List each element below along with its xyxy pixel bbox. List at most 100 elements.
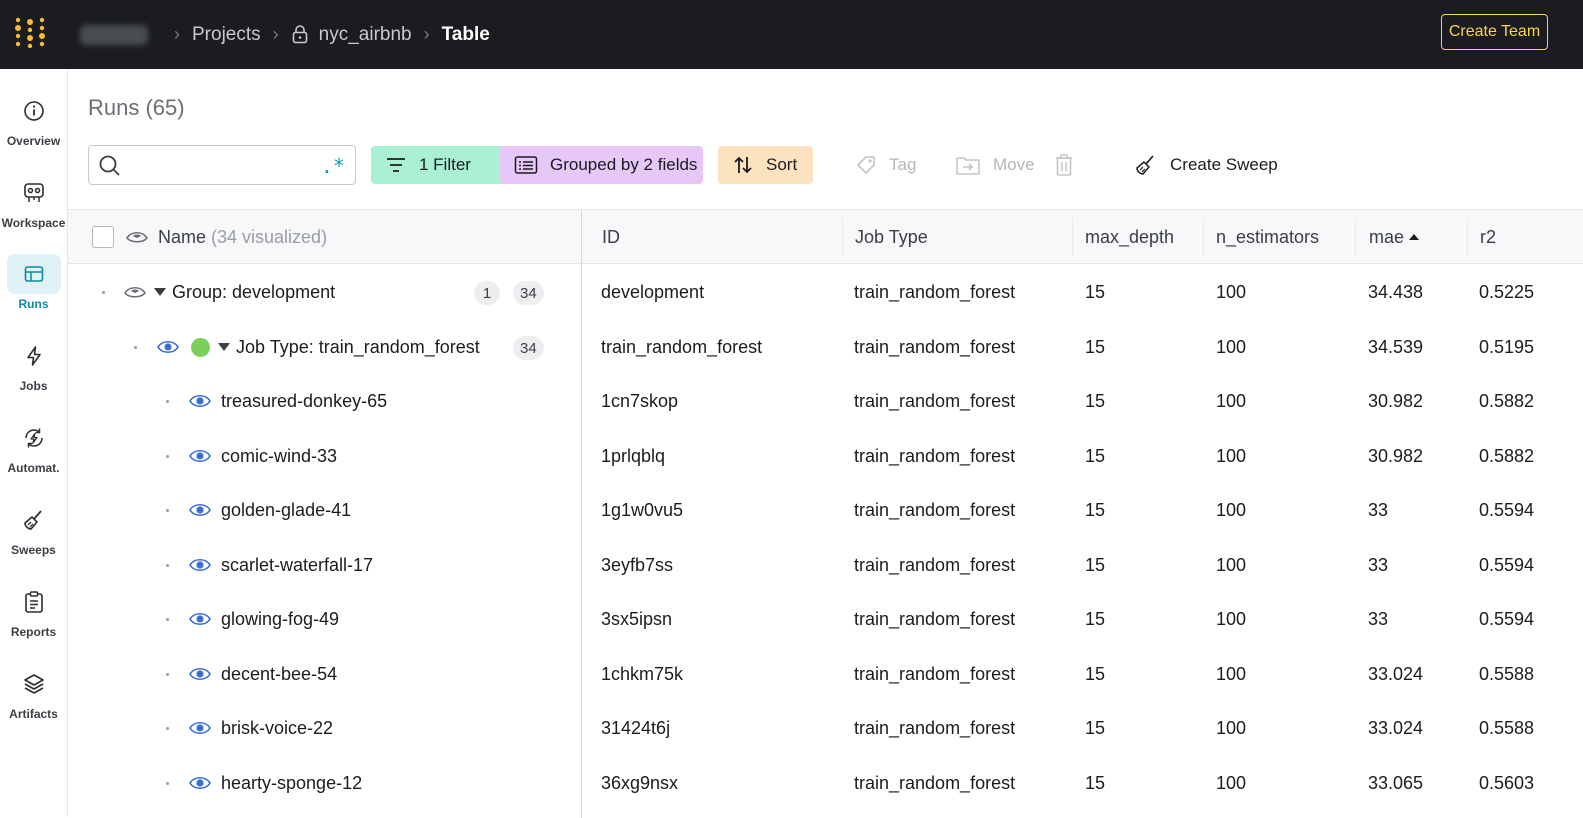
run-name[interactable]: glowing-fog-49	[221, 592, 339, 646]
regex-icon[interactable]: .*	[321, 154, 345, 178]
table-row[interactable]: comic-wind-33 1prlqblq train_random_fore…	[68, 429, 1583, 483]
table-row[interactable]: glowing-fog-49 3sx5ipsn train_random_for…	[68, 592, 1583, 646]
column-divider[interactable]	[1203, 218, 1204, 256]
wandb-logo-icon[interactable]	[12, 15, 48, 51]
nav-item-runs[interactable]: Runs	[0, 244, 67, 316]
eye-visibility-icon[interactable]	[189, 773, 211, 793]
cell-n-estimators: 100	[1216, 663, 1247, 684]
column-divider[interactable]	[1355, 218, 1356, 256]
table-row[interactable]: golden-glade-41 1g1w0vu5 train_random_fo…	[68, 483, 1583, 537]
sort-arrows-icon	[732, 155, 754, 175]
create-sweep-button[interactable]: Create Sweep	[1120, 146, 1280, 184]
cell-r2: 0.5882	[1479, 445, 1535, 466]
sort-label: Sort	[766, 155, 798, 174]
column-header-name[interactable]: Name (34 visualized)	[158, 210, 327, 264]
breadcrumb-project-name[interactable]: nyc_airbnb	[319, 24, 412, 46]
eye-visibility-icon[interactable]	[189, 555, 211, 575]
cell-mae: 33.065	[1368, 772, 1424, 793]
table-row[interactable]: treasured-donkey-65 1cn7skop train_rando…	[68, 374, 1583, 428]
column-header-id[interactable]: ID	[602, 210, 620, 264]
tree-dot	[166, 455, 169, 458]
tree-dot	[166, 618, 169, 621]
count-badge: 1	[474, 281, 500, 305]
table-row[interactable]: decent-bee-54 1chkm75k train_random_fore…	[68, 647, 1583, 701]
table-row[interactable]: scarlet-waterfall-17 3eyfb7ss train_rand…	[68, 538, 1583, 592]
top-bar: › Projects › nyc_airbnb › Table Create T…	[0, 0, 1583, 69]
cell-id: 1prlqblq	[601, 445, 666, 466]
eye-visibility-icon[interactable]	[157, 337, 179, 357]
run-name[interactable]: scarlet-waterfall-17	[221, 538, 373, 592]
group-name: Job Type: train_random_forest	[236, 336, 480, 357]
cell-max-depth: 15	[1085, 499, 1106, 520]
nav-item-workspace[interactable]: Workspace	[0, 163, 67, 235]
nav-item-overview[interactable]: Overview	[0, 81, 67, 153]
column-divider[interactable]	[1072, 218, 1073, 256]
eye-visibility-icon[interactable]	[189, 446, 211, 466]
column-header-mae[interactable]: mae	[1369, 210, 1420, 264]
nav-item-automations[interactable]: Automat.	[0, 408, 67, 480]
column-divider[interactable]	[1467, 218, 1468, 256]
table-row[interactable]: brisk-voice-22 31424t6j train_random_for…	[68, 701, 1583, 755]
broom-icon	[7, 500, 61, 540]
eye-visibility-icon[interactable]	[189, 609, 211, 629]
nav-item-artifacts[interactable]: Artifacts	[0, 654, 67, 726]
cell-r2: 0.5594	[1479, 554, 1535, 575]
delete-button[interactable]	[1053, 146, 1083, 184]
caret-down-icon[interactable]	[218, 343, 230, 351]
nav-label: Overview	[6, 134, 61, 148]
eye-visibility-icon[interactable]	[189, 391, 211, 411]
eye-visibility-icon[interactable]	[189, 718, 211, 738]
eye-visibility-icon[interactable]	[189, 664, 211, 684]
search-input[interactable]: .*	[88, 145, 356, 185]
run-name[interactable]: comic-wind-33	[221, 429, 337, 483]
nav-item-jobs[interactable]: Jobs	[0, 326, 67, 398]
create-team-button[interactable]: Create Team	[1441, 14, 1548, 50]
list-icon	[514, 155, 538, 175]
group-row-development[interactable]: Group: development 1 34 development trai…	[68, 265, 1583, 319]
tree-dot	[166, 727, 169, 730]
group-button[interactable]: Grouped by 2 fields	[500, 146, 703, 184]
cell-n-estimators: 100	[1216, 554, 1247, 575]
group-row-job-type[interactable]: Job Type: train_random_forest 34 train_r…	[68, 320, 1583, 374]
cell-mae: 33	[1368, 554, 1389, 575]
select-all-checkbox[interactable]	[92, 226, 114, 248]
filter-label: 1 Filter	[419, 155, 471, 174]
table-row[interactable]: hearty-sponge-12 36xg9nsx train_random_f…	[68, 756, 1583, 810]
cell-job-type: train_random_forest	[854, 772, 1016, 793]
column-header-max-depth[interactable]: max_depth	[1085, 210, 1174, 264]
nav-item-reports[interactable]: Reports	[0, 572, 67, 644]
cell-max-depth: 15	[1085, 772, 1106, 793]
caret-down-icon[interactable]	[154, 288, 166, 296]
column-divider[interactable]	[842, 218, 843, 256]
move-button[interactable]: Move	[941, 146, 1035, 184]
nav-item-sweeps[interactable]: Sweeps	[0, 490, 67, 562]
filter-button[interactable]: 1 Filter	[371, 146, 513, 184]
cell-job-type: train_random_forest	[854, 663, 1016, 684]
cell-n-estimators: 100	[1216, 390, 1247, 411]
column-header-n-estimators[interactable]: n_estimators	[1216, 210, 1319, 264]
cell-job-type: train_random_forest	[854, 445, 1016, 466]
column-header-r2[interactable]: r2	[1480, 210, 1496, 264]
cell-r2: 0.5195	[1479, 336, 1535, 357]
visualized-count: (34 visualized)	[211, 226, 328, 247]
cell-job-type: train_random_forest	[854, 390, 1016, 411]
breadcrumb: › Projects › nyc_airbnb › Table	[80, 0, 490, 69]
column-name-label: Name	[158, 226, 207, 247]
column-header-job-type[interactable]: Job Type	[855, 210, 928, 264]
run-name[interactable]: hearty-sponge-12	[221, 756, 362, 810]
run-name[interactable]: golden-glade-41	[221, 483, 351, 537]
eye-visibility-icon[interactable]	[126, 227, 148, 247]
run-name[interactable]: treasured-donkey-65	[221, 374, 387, 428]
breadcrumb-projects[interactable]: Projects	[192, 24, 261, 46]
eye-visibility-icon[interactable]	[124, 282, 146, 302]
trash-icon	[1053, 152, 1075, 178]
run-name[interactable]: brisk-voice-22	[221, 701, 333, 755]
tag-button[interactable]: Tag	[841, 146, 916, 184]
sort-button[interactable]: Sort	[718, 146, 813, 184]
run-name[interactable]: decent-bee-54	[221, 647, 337, 701]
breadcrumb-entity-redacted[interactable]	[80, 24, 148, 45]
page-title: Runs (65)	[88, 95, 185, 120]
eye-visibility-icon[interactable]	[189, 500, 211, 520]
group-name: Group: development	[172, 281, 336, 302]
cell-mae: 34.438	[1368, 281, 1424, 302]
